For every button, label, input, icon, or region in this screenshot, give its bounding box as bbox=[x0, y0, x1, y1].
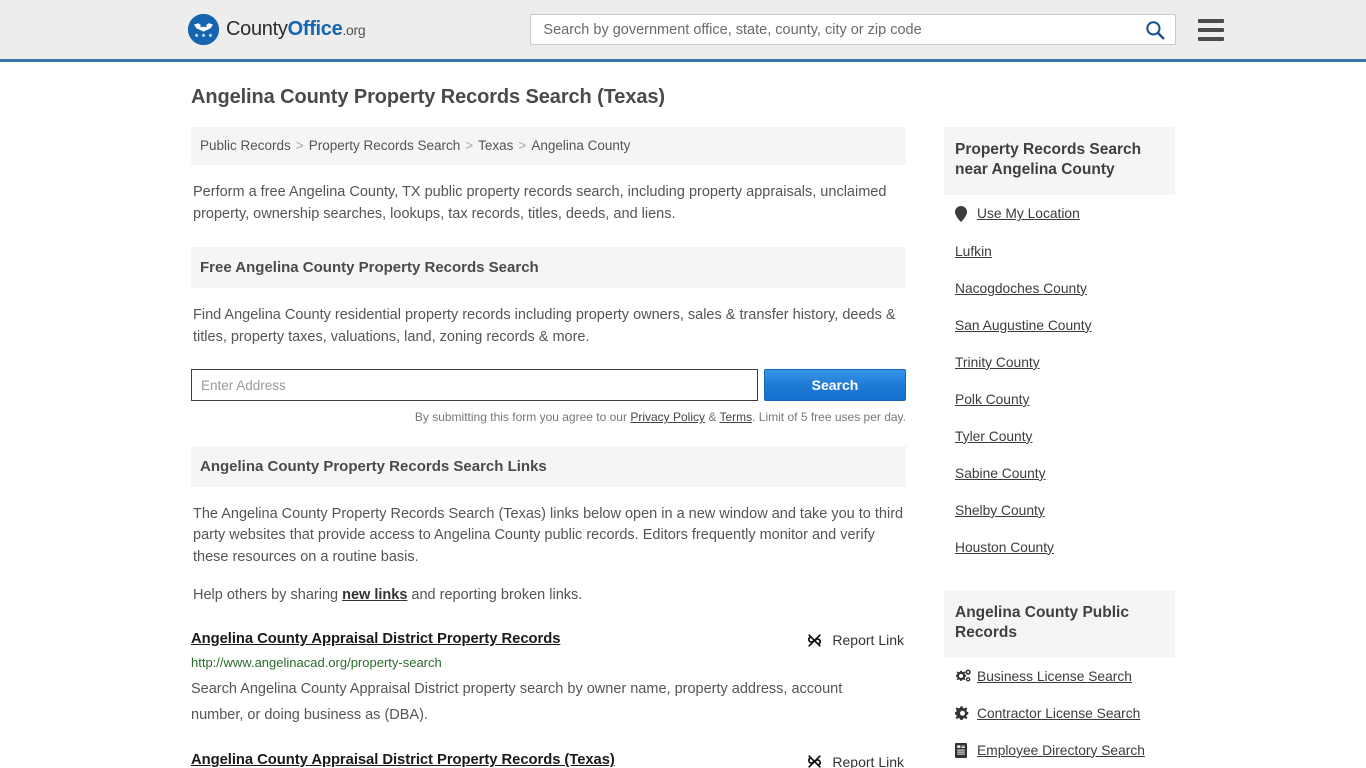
breadcrumb-separator: > bbox=[518, 138, 527, 153]
result-title-link[interactable]: Angelina County Appraisal District Prope… bbox=[191, 752, 615, 768]
sidebar-item-use-my-location[interactable]: Use My Location bbox=[977, 206, 1080, 221]
new-links-link[interactable]: new links bbox=[342, 587, 407, 603]
list-icon bbox=[955, 742, 973, 758]
breadcrumb-separator: > bbox=[465, 138, 474, 153]
brand-part-county: County bbox=[226, 18, 288, 40]
sidebar: Property Records Search near Angelina Co… bbox=[944, 127, 1175, 768]
map-pin-icon bbox=[955, 205, 973, 222]
links-section-heading: Angelina County Property Records Search … bbox=[191, 446, 906, 487]
list-item[interactable]: Houston County bbox=[944, 529, 1175, 566]
sidebar-item-business-license-search[interactable]: Business License Search bbox=[977, 669, 1132, 684]
privacy-policy-link[interactable]: Privacy Policy bbox=[630, 410, 705, 424]
disclaimer-suffix: . Limit of 5 free uses per day. bbox=[752, 410, 906, 424]
hamburger-bar bbox=[1198, 18, 1225, 23]
report-link-button[interactable]: Report Link bbox=[806, 632, 906, 649]
hamburger-bar bbox=[1198, 36, 1225, 41]
breadcrumb-item-public-records[interactable]: Public Records bbox=[200, 138, 291, 153]
sidebar-item-houston-county[interactable]: Houston County bbox=[955, 540, 1054, 555]
gear-icon bbox=[955, 706, 973, 721]
site-logo-link[interactable]: CountyOffice.org bbox=[188, 14, 366, 45]
cogs-icon bbox=[955, 669, 973, 683]
result-header: Angelina County Appraisal District Prope… bbox=[191, 752, 906, 768]
disclaimer-amp: & bbox=[705, 410, 720, 424]
brand-part-tld: .org bbox=[342, 22, 366, 38]
header-inner: CountyOffice.org bbox=[183, 0, 1225, 59]
disclaimer-prefix: By submitting this form you agree to our bbox=[414, 410, 631, 424]
list-item[interactable]: Business License Search bbox=[944, 658, 1175, 695]
breadcrumb-separator: > bbox=[295, 138, 304, 153]
list-item[interactable]: Contractor License Search bbox=[944, 695, 1175, 732]
sidebar-item-san-augustine-county[interactable]: San Augustine County bbox=[955, 318, 1092, 333]
sidebar-item-polk-county[interactable]: Polk County bbox=[955, 392, 1029, 407]
sidebar-item-contractor-license-search[interactable]: Contractor License Search bbox=[977, 706, 1140, 721]
list-item[interactable]: Employee Directory Search bbox=[944, 732, 1175, 768]
list-item[interactable]: Shelby County bbox=[944, 492, 1175, 529]
report-link-button[interactable]: Report Link bbox=[806, 753, 906, 768]
result-header: Angelina County Appraisal District Prope… bbox=[191, 631, 906, 649]
list-item[interactable]: Tyler County bbox=[944, 418, 1175, 455]
page-title: Angelina County Property Records Search … bbox=[191, 86, 665, 108]
help-share-paragraph: Help others by sharing new links and rep… bbox=[193, 585, 904, 606]
list-item[interactable]: Sabine County bbox=[944, 455, 1175, 492]
list-item[interactable]: Polk County bbox=[944, 381, 1175, 418]
sidebar-item-sabine-county[interactable]: Sabine County bbox=[955, 466, 1046, 481]
brand-part-office: Office bbox=[287, 18, 343, 40]
sidebar-nearby-list: Use My Location Lufkin Nacogdoches Count… bbox=[944, 195, 1175, 566]
sidebar-item-nacogdoches-county[interactable]: Nacogdoches County bbox=[955, 281, 1087, 296]
breadcrumb-item-angelina-county: Angelina County bbox=[531, 138, 631, 153]
list-item[interactable]: Trinity County bbox=[944, 344, 1175, 381]
address-search-form: Search bbox=[191, 369, 906, 401]
links-section-paragraph: The Angelina County Property Records Sea… bbox=[193, 506, 904, 565]
sidebar-nearby-heading: Property Records Search near Angelina Co… bbox=[944, 127, 1175, 195]
sidebar-item-trinity-county[interactable]: Trinity County bbox=[955, 355, 1040, 370]
terms-link[interactable]: Terms bbox=[719, 410, 752, 424]
sidebar-item-tyler-county[interactable]: Tyler County bbox=[955, 429, 1032, 444]
sidebar-item-lufkin[interactable]: Lufkin bbox=[955, 244, 992, 259]
hamburger-menu-icon[interactable] bbox=[1198, 18, 1225, 41]
list-item[interactable]: Nacogdoches County bbox=[944, 270, 1175, 307]
address-search-button[interactable]: Search bbox=[764, 369, 906, 401]
address-input[interactable] bbox=[191, 369, 758, 401]
hamburger-bar bbox=[1198, 27, 1225, 32]
site-header: CountyOffice.org bbox=[0, 0, 1366, 62]
main-column: Public Records > Property Records Search > T… bbox=[183, 127, 906, 768]
header-search-wrap bbox=[530, 14, 1177, 45]
list-item[interactable]: Use My Location bbox=[944, 195, 1175, 233]
form-disclaimer: By submitting this form you agree to our… bbox=[191, 410, 906, 424]
breadcrumb: Public Records > Property Records Search > T… bbox=[191, 127, 906, 166]
free-search-description: Find Angelina County residential propert… bbox=[193, 307, 896, 345]
sidebar-public-records-heading: Angelina County Public Records bbox=[944, 589, 1175, 658]
free-search-heading: Free Angelina County Property Records Se… bbox=[191, 247, 906, 289]
broken-link-icon bbox=[806, 753, 823, 768]
search-icon[interactable] bbox=[1145, 20, 1165, 40]
breadcrumb-item-texas[interactable]: Texas bbox=[478, 138, 513, 153]
site-logo-text: CountyOffice.org bbox=[226, 18, 366, 41]
list-item[interactable]: San Augustine County bbox=[944, 307, 1175, 344]
global-search-box[interactable] bbox=[530, 14, 1177, 45]
result-url: http://www.angelinacad.org/property-sear… bbox=[191, 654, 442, 670]
report-link-label: Report Link bbox=[832, 632, 904, 649]
content-columns: Public Records > Property Records Search > T… bbox=[183, 127, 1183, 768]
intro-paragraph: Perform a free Angelina County, TX publi… bbox=[193, 184, 887, 222]
sidebar-card-nearby: Property Records Search near Angelina Co… bbox=[944, 127, 1175, 566]
result-item: Angelina County Appraisal District Prope… bbox=[191, 631, 906, 728]
help-suffix: and reporting broken links. bbox=[407, 587, 583, 604]
report-link-label: Report Link bbox=[832, 753, 904, 768]
result-description: Search Angelina County Appraisal Distric… bbox=[191, 680, 843, 723]
list-item[interactable]: Lufkin bbox=[944, 233, 1175, 270]
help-prefix: Help others by sharing bbox=[193, 587, 343, 604]
broken-link-icon bbox=[806, 632, 823, 649]
page-container: Angelina County Property Records Search … bbox=[183, 62, 1183, 768]
result-item: Angelina County Appraisal District Prope… bbox=[191, 752, 906, 768]
sidebar-public-records-list: Business License Search Contractor Licen… bbox=[944, 658, 1175, 768]
global-search-input[interactable] bbox=[541, 20, 1146, 39]
sidebar-item-shelby-county[interactable]: Shelby County bbox=[955, 503, 1045, 518]
sidebar-card-public-records: Angelina County Public Records Business … bbox=[944, 589, 1175, 768]
sidebar-item-employee-directory-search[interactable]: Employee Directory Search bbox=[977, 743, 1145, 758]
eagle-logo-icon bbox=[188, 14, 219, 45]
breadcrumb-item-property-records-search[interactable]: Property Records Search bbox=[309, 138, 461, 153]
result-title-link[interactable]: Angelina County Appraisal District Prope… bbox=[191, 631, 560, 647]
